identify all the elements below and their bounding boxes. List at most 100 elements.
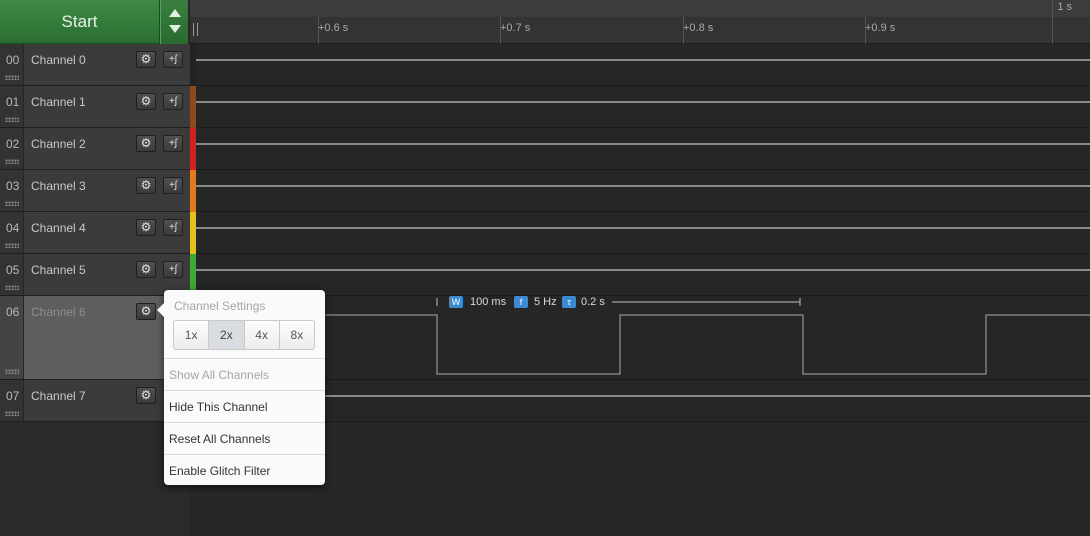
gear-icon[interactable]: ⚙ — [136, 261, 156, 278]
ruler-handle[interactable] — [193, 23, 198, 36]
trigger-icon[interactable]: +ʃ — [163, 261, 183, 278]
channel-number-area: 06 — [0, 296, 24, 379]
channel-number: 00 — [6, 53, 20, 67]
width-value: 100 ms — [470, 296, 507, 308]
start-button[interactable]: Start — [0, 0, 160, 44]
drag-grip-icon[interactable] — [5, 159, 19, 164]
arrow-up-icon — [169, 9, 181, 17]
ruler-tick-label: +0.8 s — [683, 22, 714, 34]
ruler-end-label: 1 s — [1057, 1, 1072, 13]
channel-row-3: 03 Channel 3 ⚙ +ʃ — [0, 170, 1090, 212]
channel-name[interactable]: Channel 0 — [31, 53, 86, 67]
gear-icon[interactable]: ⚙ — [136, 303, 156, 320]
channel-number: 01 — [6, 95, 20, 109]
ruler-end-tick — [1052, 0, 1053, 44]
channel-signal — [196, 59, 1090, 61]
gear-icon[interactable]: ⚙ — [136, 387, 156, 404]
menu-divider — [164, 358, 325, 359]
channel-settings-popup: Channel Settings 1x 2x 4x 8x Show All Ch… — [157, 290, 325, 485]
channel-number-area: 02 — [0, 128, 24, 169]
channel-number-area: 05 — [0, 254, 24, 295]
ruler-tick-label: +0.9 s — [865, 22, 896, 34]
trigger-icon[interactable]: +ʃ — [163, 219, 183, 236]
drag-grip-icon[interactable] — [5, 411, 19, 416]
arrow-down-icon — [169, 25, 181, 33]
channel-row-4: 04 Channel 4 ⚙ +ʃ — [0, 212, 1090, 254]
channel-label-area[interactable]: 07 Channel 7 ⚙ — [0, 380, 190, 422]
channel-name[interactable]: Channel 4 — [31, 221, 86, 235]
channel-name[interactable]: Channel 7 — [31, 389, 86, 403]
channel-label-area[interactable]: 03 Channel 3 ⚙ +ʃ — [0, 170, 190, 212]
channel-number-area: 04 — [0, 212, 24, 253]
time-ruler[interactable]: +0.6 s +0.7 s +0.8 s +0.9 s — [190, 17, 1090, 44]
period-value: 0.2 s — [581, 296, 605, 308]
channel-track[interactable] — [196, 170, 1090, 212]
channel-track[interactable] — [196, 86, 1090, 128]
show-all-channels-item[interactable]: Show All Channels — [169, 368, 269, 382]
channel-label-area[interactable]: 01 Channel 1 ⚙ +ʃ — [0, 86, 190, 128]
channel-track[interactable] — [196, 380, 1090, 422]
channel-track[interactable] — [196, 212, 1090, 254]
channel-height-zoom-group: 1x 2x 4x 8x — [173, 320, 315, 350]
channel-row-5: 05 Channel 5 ⚙ +ʃ — [0, 254, 1090, 296]
channel-name[interactable]: Channel 1 — [31, 95, 86, 109]
frequency-value: 5 Hz — [534, 296, 557, 308]
trigger-icon[interactable]: +ʃ — [163, 177, 183, 194]
ruler-tick-label: +0.7 s — [500, 22, 531, 34]
channel-label-area[interactable]: 02 Channel 2 ⚙ +ʃ — [0, 128, 190, 170]
reset-all-channels-item[interactable]: Reset All Channels — [169, 432, 270, 446]
zoom-1x-button[interactable]: 1x — [174, 321, 210, 349]
channel-label-area[interactable]: 05 Channel 5 ⚙ +ʃ — [0, 254, 190, 296]
trigger-icon[interactable]: +ʃ — [163, 135, 183, 152]
channel-track[interactable] — [196, 254, 1090, 296]
channel-track[interactable] — [196, 44, 1090, 86]
drag-grip-icon[interactable] — [5, 201, 19, 206]
channel-number: 03 — [6, 179, 20, 193]
gear-icon[interactable]: ⚙ — [136, 51, 156, 68]
channel-row-1: 01 Channel 1 ⚙ +ʃ — [0, 86, 1090, 128]
popup-title: Channel Settings — [174, 299, 266, 313]
channel-number: 04 — [6, 221, 20, 235]
channel-number-area: 07 — [0, 380, 24, 421]
drag-grip-icon[interactable] — [5, 117, 19, 122]
start-options-toggle[interactable] — [160, 0, 188, 44]
channel-row-0: 00 Channel 0 ⚙ +ʃ — [0, 44, 1090, 86]
trigger-icon[interactable]: +ʃ — [163, 51, 183, 68]
enable-glitch-filter-item[interactable]: Enable Glitch Filter — [169, 464, 270, 478]
channel-number: 07 — [6, 389, 20, 403]
channel-track[interactable] — [196, 128, 1090, 170]
channel-name[interactable]: Channel 3 — [31, 179, 86, 193]
channel-number: 05 — [6, 263, 20, 277]
channel-signal — [196, 101, 1090, 103]
zoom-4x-button[interactable]: 4x — [244, 321, 280, 349]
channel-name[interactable]: Channel 2 — [31, 137, 86, 151]
gear-icon[interactable]: ⚙ — [136, 177, 156, 194]
menu-divider — [164, 454, 325, 455]
channel-track[interactable] — [196, 296, 1090, 380]
drag-grip-icon[interactable] — [5, 369, 19, 374]
channel-number-area: 01 — [0, 86, 24, 127]
channel-signal — [196, 395, 1090, 397]
channel-label-area[interactable]: 04 Channel 4 ⚙ +ʃ — [0, 212, 190, 254]
gear-icon[interactable]: ⚙ — [136, 135, 156, 152]
gear-icon[interactable]: ⚙ — [136, 93, 156, 110]
drag-grip-icon[interactable] — [5, 285, 19, 290]
channel-number: 06 — [6, 305, 20, 319]
channel-number-area: 03 — [0, 170, 24, 211]
channel-signal — [196, 227, 1090, 229]
channel-name[interactable]: Channel 6 — [31, 305, 86, 319]
drag-grip-icon[interactable] — [5, 243, 19, 248]
channel-name[interactable]: Channel 5 — [31, 263, 86, 277]
popup-caret — [157, 303, 164, 317]
ruler-tick-label: +0.6 s — [318, 22, 349, 34]
channel-label-area[interactable]: 00 Channel 0 ⚙ +ʃ — [0, 44, 190, 86]
drag-grip-icon[interactable] — [5, 75, 19, 80]
gear-icon[interactable]: ⚙ — [136, 219, 156, 236]
menu-divider — [164, 390, 325, 391]
zoom-2x-button[interactable]: 2x — [209, 321, 245, 349]
time-overview-bar[interactable]: 1 s — [190, 0, 1090, 18]
zoom-8x-button[interactable]: 8x — [279, 321, 314, 349]
hide-this-channel-item[interactable]: Hide This Channel — [169, 400, 268, 414]
frequency-badge-icon: f — [514, 296, 528, 308]
trigger-icon[interactable]: +ʃ — [163, 93, 183, 110]
